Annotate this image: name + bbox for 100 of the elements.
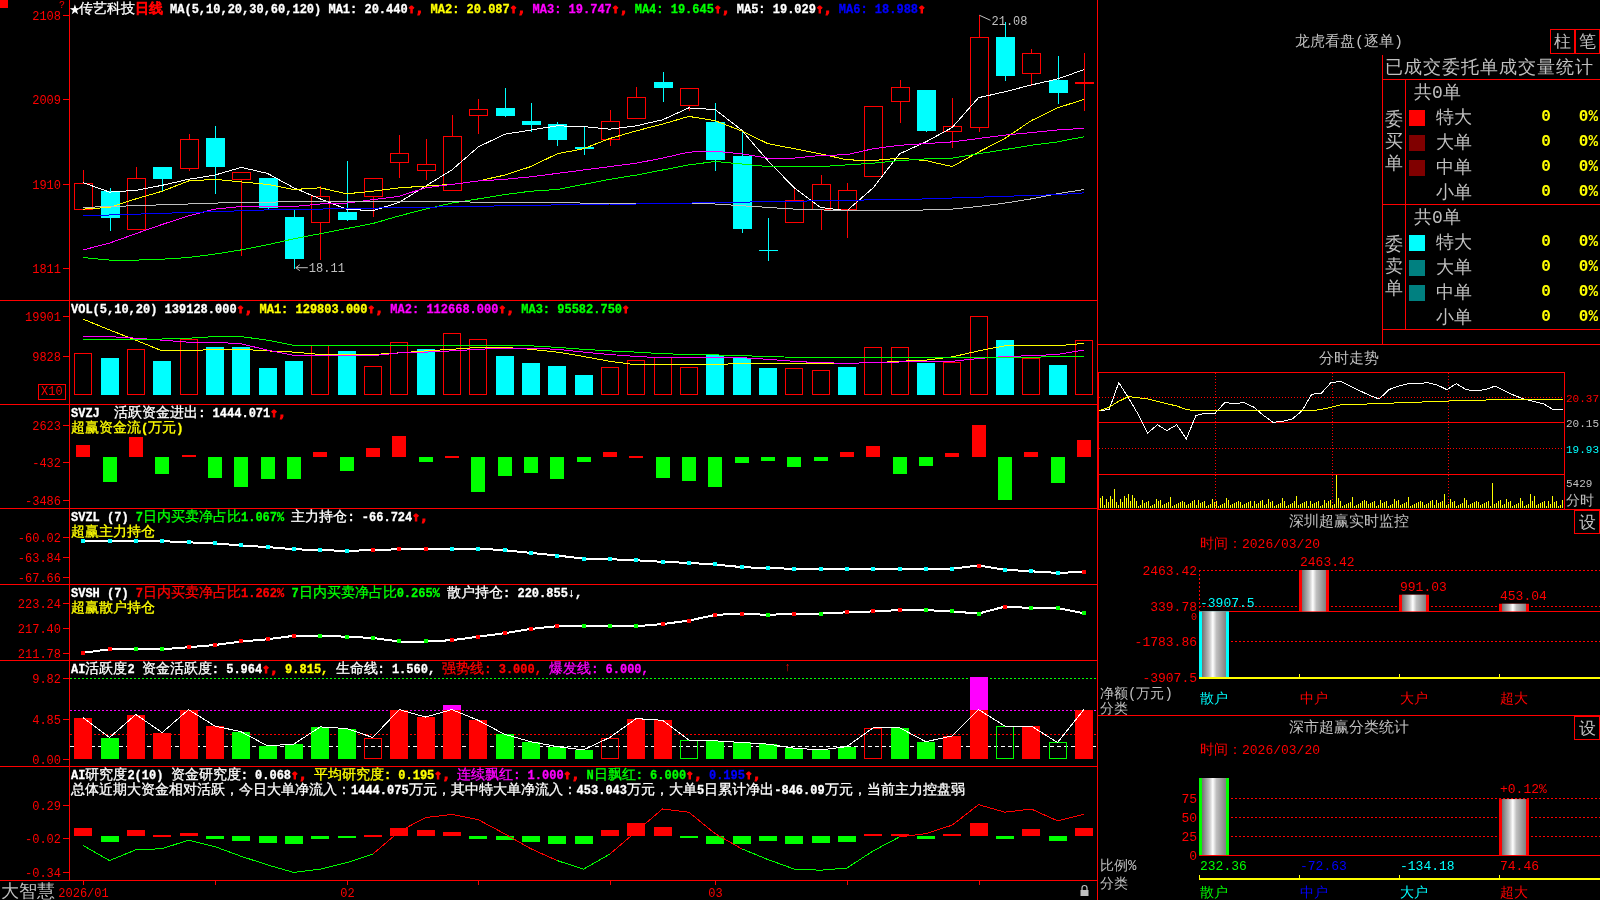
- count-value: 0: [1541, 157, 1551, 178]
- candlestick: [390, 134, 409, 179]
- candlestick: [627, 86, 646, 120]
- axis-label: 50: [1181, 811, 1197, 826]
- share-value: 0%: [1578, 132, 1598, 153]
- axis-label: 0: [1189, 849, 1197, 864]
- group-label: 委卖单: [1385, 234, 1403, 300]
- amount-label: -72.63: [1300, 859, 1347, 874]
- count-value: 0: [1541, 182, 1551, 203]
- axis-label: 211.78: [17, 647, 61, 661]
- annotation: 18.11: [308, 261, 345, 276]
- settings-button[interactable]: 设: [1574, 510, 1600, 534]
- share-value: 0%: [1578, 182, 1598, 203]
- candlestick: [180, 133, 199, 172]
- category-label: 大户: [1400, 884, 1428, 900]
- candlestick: [917, 89, 936, 133]
- value-label: 453.04: [1500, 588, 1547, 604]
- axis-label: -67.66: [17, 571, 61, 585]
- candlestick: [285, 208, 304, 270]
- annotation-label: +0.12%: [1500, 782, 1547, 798]
- count-value: 0: [1541, 232, 1551, 253]
- square-icon: [0, 0, 8, 8]
- date-label: 2026/01: [58, 887, 109, 900]
- axis-label: -0.02: [25, 832, 61, 847]
- time-label: 时间：2026/03/20: [1200, 743, 1320, 758]
- chart-caption: 超赢资金流(万元): [71, 420, 185, 435]
- axis-label: 9.82: [32, 672, 61, 687]
- axis-label: 2009: [32, 93, 61, 108]
- value-label: 991.03: [1400, 579, 1447, 595]
- axis-label: 2463.42: [1142, 564, 1197, 579]
- annotation: 21.08: [991, 15, 1028, 30]
- value-label: 2463.42: [1300, 555, 1355, 570]
- candlestick: [469, 98, 488, 135]
- axis-label: 5429: [1566, 478, 1593, 490]
- candlestick: [706, 102, 725, 172]
- row-label: 特大: [1436, 105, 1472, 129]
- category-label: 中户: [1300, 884, 1328, 900]
- candlestick: [153, 166, 172, 192]
- candlestick: [838, 182, 857, 239]
- chart-legend: VOL(5,10,20) 139128.000↑, MA1: 129803.000↑, MA2: 112668.000↑, MA3: 95582.750↑: [71, 301, 630, 316]
- category-label: 散户: [1200, 690, 1228, 706]
- row-label: 中单: [1436, 280, 1472, 304]
- candlestick: [785, 187, 804, 224]
- value-label: -3907.5: [1200, 596, 1255, 612]
- candlestick: [680, 87, 699, 112]
- date-label: 03: [708, 887, 723, 900]
- axis-label: 2108: [32, 9, 61, 24]
- candlestick: [74, 169, 93, 211]
- candlestick: [417, 138, 436, 181]
- axis-label: -1783.86: [1134, 635, 1197, 650]
- date-label: 02: [340, 887, 355, 900]
- axis-label: 223.24: [17, 597, 61, 612]
- category-label: 超大: [1500, 690, 1528, 706]
- price-callout: 21.08: [979, 14, 1028, 30]
- panel-title: 深市超赢分类统计: [1289, 718, 1409, 738]
- candlestick: [812, 174, 831, 231]
- view-toggle-button[interactable]: 柱: [1550, 29, 1575, 54]
- count-value: 0: [1541, 257, 1551, 278]
- row-label: 大单: [1436, 255, 1472, 279]
- axis-label: 0.29: [32, 799, 61, 814]
- settings-button[interactable]: 设: [1574, 716, 1600, 740]
- group-label: 委买单: [1385, 109, 1403, 175]
- category-label: 散户: [1200, 884, 1228, 900]
- candlestick: [654, 71, 673, 103]
- candlestick: [1049, 55, 1068, 105]
- panel-title: 分时走势: [1319, 351, 1379, 368]
- axis-label: 4.85: [32, 713, 61, 728]
- axis-label: -60.02: [17, 531, 61, 546]
- time-label: 时间：2026/03/20: [1200, 537, 1320, 552]
- share-value: 0%: [1578, 107, 1598, 128]
- scale-toggle-button[interactable]: X10: [38, 384, 66, 400]
- axis-label: 2623: [32, 419, 61, 434]
- candlestick: [338, 160, 357, 222]
- axis-label: 0.00: [32, 753, 61, 767]
- candlestick: [891, 79, 910, 124]
- axis-label: -3486: [25, 494, 61, 509]
- count-value: 0: [1541, 307, 1551, 328]
- help-mark[interactable]: ?: [59, 0, 65, 11]
- view-toggle-button[interactable]: 笔: [1575, 29, 1600, 54]
- panel-title: 龙虎看盘(逐单): [1295, 31, 1403, 52]
- category-label: 中户: [1300, 690, 1328, 706]
- axis-title: 比例%: [1100, 857, 1137, 874]
- axis-label: 19901: [25, 310, 61, 325]
- chart-caption: 超赢主力持仓: [71, 524, 156, 539]
- amount-label: -134.18: [1400, 859, 1455, 874]
- amount-label: 232.36: [1200, 859, 1247, 874]
- axis-label: 0: [1191, 611, 1197, 623]
- axis-label: -432: [32, 456, 61, 471]
- candlestick: [206, 125, 225, 195]
- axis-label: 9828: [32, 350, 61, 365]
- axis-label: 1910: [32, 178, 61, 193]
- axis-label: 25: [1181, 830, 1197, 845]
- axis-label: -63.84: [17, 551, 61, 566]
- table-title: 已成交委托单成交量统计: [1383, 55, 1600, 80]
- candlestick: [496, 87, 515, 118]
- row-label: 小单: [1436, 305, 1472, 329]
- candlestick: [364, 177, 383, 218]
- share-value: 0%: [1578, 232, 1598, 253]
- candlestick: [1075, 52, 1094, 112]
- chart-legend: ★传艺科技日线 MA(5,10,20,30,60,120) MA1: 20.440↑, MA2: 20.087↑, MA3: 19.747↑, MA4: 19.645↑, MA5: 19.029↑, MA6: 18.988↑: [71, 1, 926, 16]
